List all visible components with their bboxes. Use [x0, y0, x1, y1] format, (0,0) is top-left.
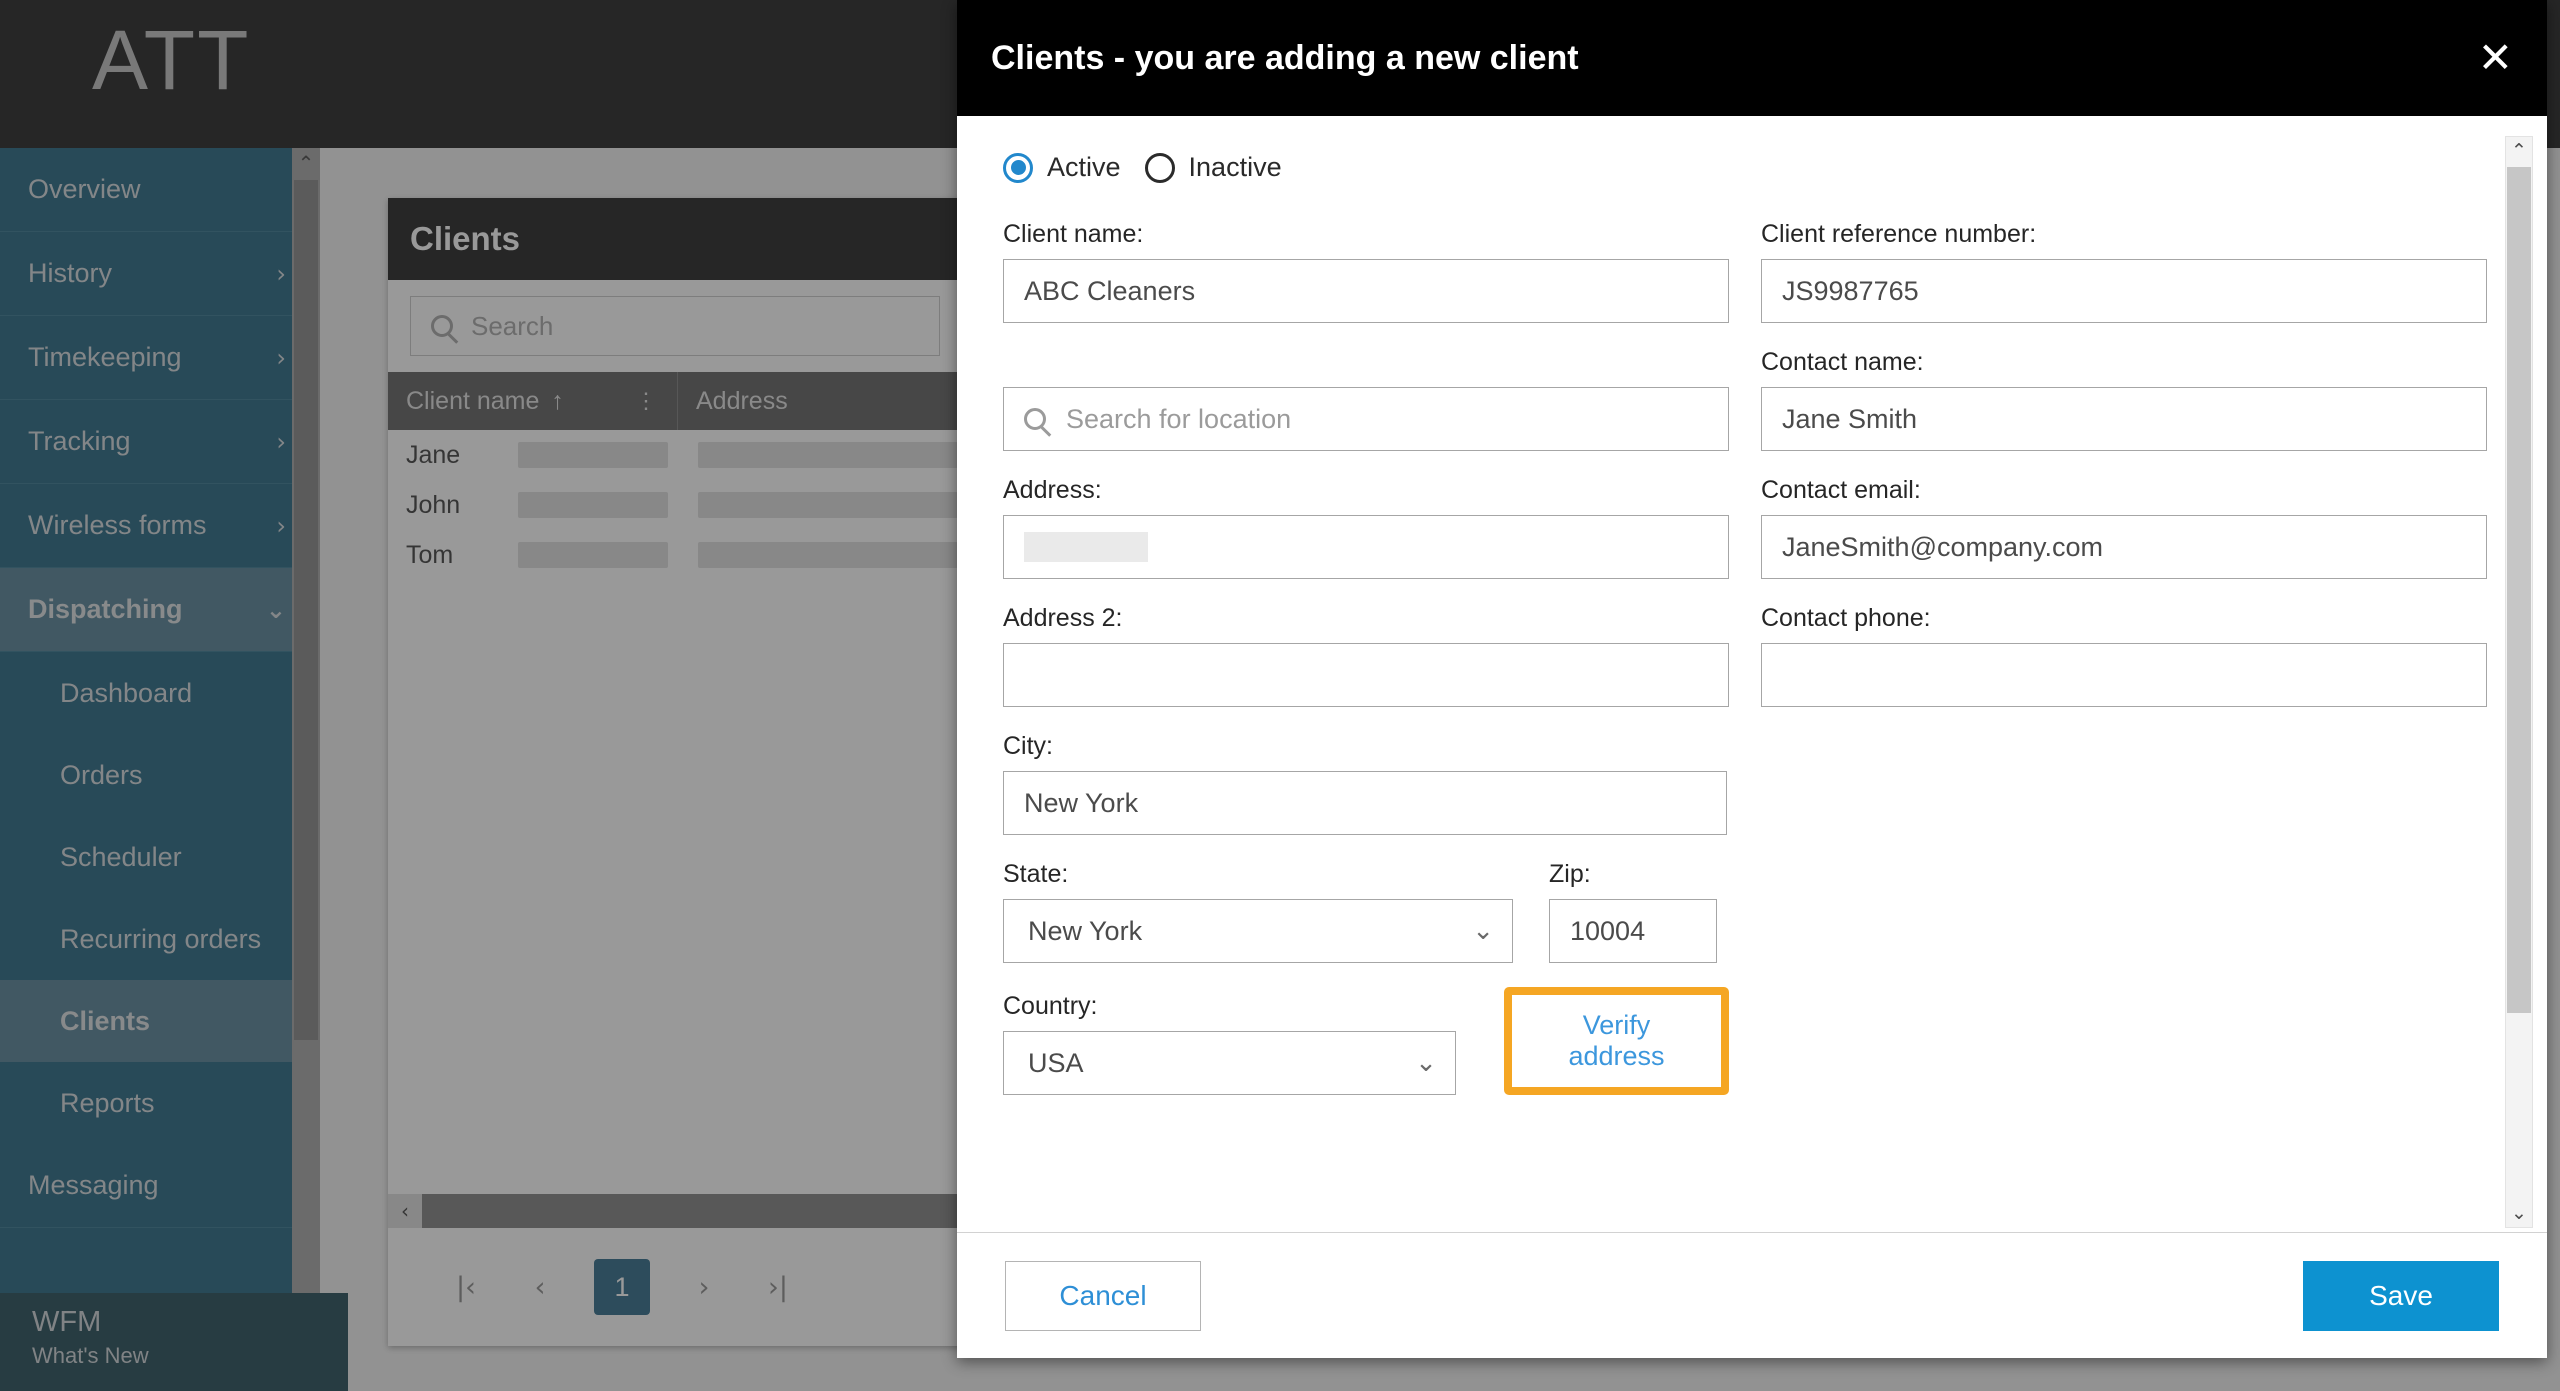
input-client-name[interactable]: ABC Cleaners: [1003, 259, 1729, 323]
select-country-value: USA: [1028, 1047, 1084, 1078]
verify-address-button[interactable]: Verify address: [1511, 995, 1721, 1087]
scroll-up-icon[interactable]: ⌃: [2506, 137, 2532, 165]
status-radio-group[interactable]: Active Inactive: [1003, 152, 2487, 183]
modal-header: Clients - you are adding a new client ✕: [957, 0, 2547, 116]
select-country[interactable]: USA ⌄: [1003, 1031, 1456, 1095]
search-icon: [1024, 408, 1046, 430]
label-zip: Zip:: [1549, 860, 1591, 888]
field-address: Address:: [1003, 475, 1729, 579]
modal-title: Clients - you are adding a new client: [991, 38, 1579, 77]
verify-address-focus-ring: Verify address: [1503, 987, 1729, 1095]
field-contact-email: Contact email: JaneSmith@company.com: [1761, 475, 2487, 579]
cancel-button[interactable]: Cancel: [1005, 1260, 1201, 1331]
label-contact-email: Contact email:: [1761, 476, 1921, 504]
label-client-name: Client name:: [1003, 220, 1144, 248]
select-state-value: New York: [1028, 915, 1143, 946]
field-zip: Zip: 10004: [1549, 859, 1717, 963]
input-client-name-value: ABC Cleaners: [1024, 275, 1196, 306]
form-grid: Client name: ABC Cleaners Search for loc…: [1003, 219, 2487, 1119]
country-verify-row: Country: USA ⌄ Verify address: [1003, 987, 1729, 1119]
modal-scroll-thumb[interactable]: [2507, 167, 2531, 1013]
save-button[interactable]: Save: [2303, 1260, 2499, 1331]
input-zip[interactable]: 10004: [1549, 899, 1717, 963]
field-client-name: Client name: ABC Cleaners: [1003, 219, 1729, 323]
scroll-down-icon[interactable]: ⌄: [2506, 1199, 2532, 1227]
radio-unselected-icon: [1144, 152, 1175, 183]
field-location-search: Search for location: [1003, 347, 1729, 451]
field-state: State: New York ⌄: [1003, 859, 1513, 963]
field-city: City: New York: [1003, 731, 1727, 835]
chevron-down-icon: ⌄: [1415, 1048, 1437, 1078]
modal-scrollbar[interactable]: ⌃ ⌄: [2505, 136, 2533, 1228]
input-contact-name-value: Jane Smith: [1782, 403, 1918, 434]
form-column-left: Client name: ABC Cleaners Search for loc…: [1003, 219, 1729, 1119]
add-client-modal: Clients - you are adding a new client ✕ …: [957, 0, 2547, 1358]
label-address2: Address 2:: [1003, 604, 1123, 632]
label-contact-phone: Contact phone:: [1761, 604, 1931, 632]
input-address[interactable]: [1003, 515, 1729, 579]
input-city[interactable]: New York: [1003, 771, 1727, 835]
input-client-reference-number-value: JS9987765: [1782, 275, 1919, 306]
modal-footer: Cancel Save: [957, 1232, 2547, 1358]
label-state: State:: [1003, 860, 1069, 888]
field-contact-phone: Contact phone:: [1761, 603, 2487, 707]
input-address2[interactable]: [1003, 643, 1729, 707]
select-state[interactable]: New York ⌄: [1003, 899, 1513, 963]
chevron-down-icon: ⌄: [1472, 916, 1494, 946]
label-city: City:: [1003, 732, 1053, 760]
close-icon[interactable]: ✕: [2478, 37, 2513, 79]
label-contact-name: Contact name:: [1761, 348, 1924, 376]
input-contact-phone[interactable]: [1761, 643, 2487, 707]
state-zip-row: State: New York ⌄ Zip: 10004: [1003, 859, 1729, 987]
radio-inactive[interactable]: Inactive: [1144, 152, 1282, 183]
input-contact-name[interactable]: Jane Smith: [1761, 387, 2487, 451]
input-address-redacted-value: [1024, 532, 1148, 562]
radio-active[interactable]: Active: [1003, 152, 1121, 183]
field-client-reference-number: Client reference number: JS9987765: [1761, 219, 2487, 323]
radio-selected-icon: [1003, 152, 1033, 183]
radio-inactive-label: Inactive: [1188, 152, 1282, 182]
form-column-right: Client reference number: JS9987765 Conta…: [1761, 219, 2487, 1119]
field-contact-name: Contact name: Jane Smith: [1761, 347, 2487, 451]
screen-root: ATT Overview History › Timekeeping › Tra…: [0, 0, 2560, 1391]
input-location-search-placeholder: Search for location: [1066, 403, 1292, 434]
input-contact-email-value: JaneSmith@company.com: [1782, 531, 2104, 562]
input-location-search[interactable]: Search for location: [1003, 387, 1729, 451]
input-zip-value: 10004: [1570, 915, 1646, 946]
radio-active-label: Active: [1047, 152, 1121, 182]
label-country: Country:: [1003, 992, 1098, 1020]
label-address: Address:: [1003, 476, 1102, 504]
input-contact-email[interactable]: JaneSmith@company.com: [1761, 515, 2487, 579]
input-client-reference-number[interactable]: JS9987765: [1761, 259, 2487, 323]
input-city-value: New York: [1024, 787, 1139, 818]
label-client-reference-number: Client reference number:: [1761, 220, 2037, 248]
field-country: Country: USA ⌄: [1003, 991, 1456, 1095]
modal-body: Active Inactive Client name: ABC Cleaner…: [957, 116, 2547, 1232]
field-address2: Address 2:: [1003, 603, 1729, 707]
